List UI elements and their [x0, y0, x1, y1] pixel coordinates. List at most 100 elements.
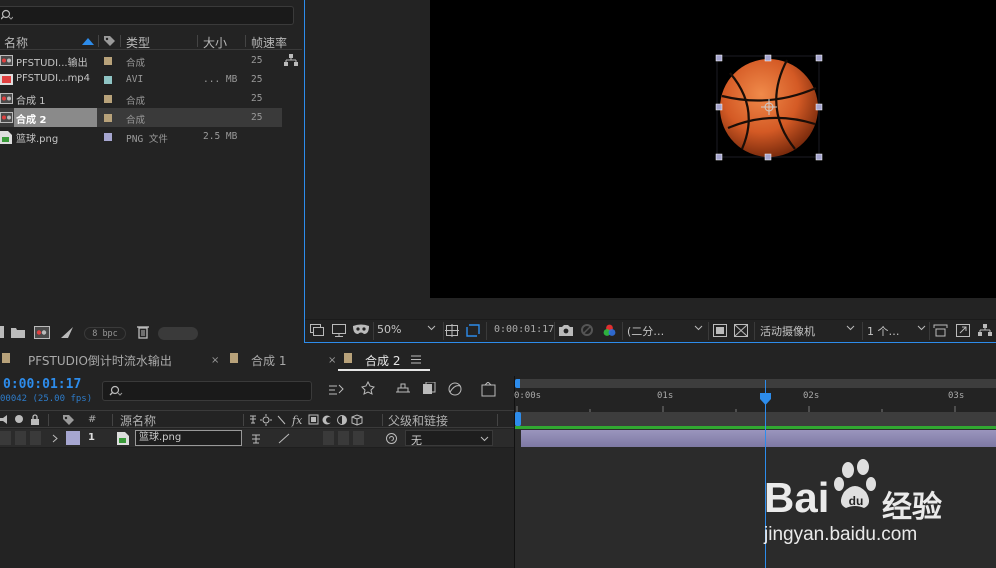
- new-composition-icon[interactable]: [34, 326, 50, 339]
- speaker-icon[interactable]: [0, 414, 10, 425]
- collapse-switch[interactable]: [250, 433, 262, 444]
- work-area-bar[interactable]: [517, 379, 996, 388]
- show-snapshot-icon[interactable]: [580, 323, 594, 337]
- timeline-tabs: PFSTUDIO倒计时流水输出 × 合成 1 × 合成 2: [0, 347, 996, 371]
- quality-switch[interactable]: [278, 433, 290, 444]
- trash-icon[interactable]: [137, 325, 149, 339]
- project-item[interactable]: 合成 2 合成 25: [0, 108, 282, 127]
- monitor-icon[interactable]: [332, 324, 346, 337]
- composition-canvas[interactable]: [430, 0, 996, 298]
- export-frame-icon[interactable]: [956, 324, 970, 337]
- zoom-dropdown[interactable]: 50%: [377, 323, 439, 339]
- basketball-layer-image[interactable]: [430, 0, 996, 298]
- region-of-interest-icon[interactable]: [466, 324, 480, 337]
- label-tag-icon[interactable]: [62, 414, 75, 426]
- project-item-name: PFSTUDI...mp4: [16, 73, 91, 84]
- fit-frame-icon[interactable]: [445, 324, 459, 337]
- always-preview-icon[interactable]: [310, 324, 324, 337]
- color-channels-icon[interactable]: [602, 323, 617, 337]
- project-panel: 名称 类型 大小 帧速率 PFSTUDI...输出 合成 25 PFSTUDI...m…: [0, 0, 302, 344]
- project-scrollbar[interactable]: [158, 327, 198, 340]
- graph-editor-icon[interactable]: [447, 382, 463, 396]
- project-item[interactable]: PFSTUDI...mp4 AVI ... MB 25: [0, 70, 282, 89]
- column-fps[interactable]: 帧速率: [251, 34, 287, 51]
- column-type[interactable]: 类型: [126, 34, 150, 51]
- project-item[interactable]: 合成 1 合成 25: [0, 89, 282, 108]
- frame-blending-icon[interactable]: [395, 382, 411, 396]
- fast-previews-icon[interactable]: [713, 324, 727, 337]
- tab-close-icon[interactable]: ×: [211, 355, 219, 366]
- column-size[interactable]: 大小: [203, 34, 227, 51]
- shy-layers-icon[interactable]: [360, 381, 377, 397]
- project-item[interactable]: PFSTUDI...输出 合成 25: [0, 51, 282, 70]
- expand-chevron-icon[interactable]: [52, 434, 58, 443]
- resolution-dropdown[interactable]: (二分…: [627, 323, 705, 339]
- interpret-footage-icon[interactable]: [0, 326, 4, 338]
- effects-switch[interactable]: [323, 431, 334, 445]
- column-parent[interactable]: 父级和链接: [388, 412, 448, 429]
- column-name[interactable]: 名称: [4, 34, 28, 51]
- project-item-fps: 25: [251, 55, 263, 66]
- bit-depth-button[interactable]: 8 bpc: [84, 327, 126, 340]
- 3d-switch[interactable]: [353, 431, 364, 445]
- tab-close-icon[interactable]: ×: [328, 355, 336, 366]
- project-item-label-color[interactable]: [104, 133, 112, 141]
- toggle-pixel-aspect-icon[interactable]: [933, 324, 948, 337]
- column-source-name[interactable]: 源名称: [120, 412, 156, 429]
- project-item-label-color[interactable]: [104, 114, 112, 122]
- sort-ascending-icon[interactable]: [82, 38, 94, 45]
- parent-dropdown[interactable]: 无: [405, 430, 493, 447]
- project-item-name: PFSTUDI...输出: [16, 58, 88, 69]
- label-tag-icon[interactable]: [103, 35, 116, 47]
- draft-3d-icon[interactable]: [328, 383, 344, 397]
- image-file-icon: [0, 131, 13, 144]
- new-folder-icon[interactable]: [11, 327, 25, 338]
- layer-bar-start[interactable]: [515, 412, 521, 426]
- work-area-start-handle[interactable]: [515, 379, 520, 388]
- project-item[interactable]: 篮球.png PNG 文件 2.5 MB: [0, 127, 282, 146]
- project-item-label-color[interactable]: [104, 76, 112, 84]
- lock-toggle[interactable]: [30, 431, 41, 445]
- timeline-search-input[interactable]: [102, 381, 312, 401]
- composition-icon: [0, 112, 13, 123]
- project-item-fps: 25: [251, 74, 263, 85]
- timeline-timecode[interactable]: 0:00:01:17: [3, 377, 81, 392]
- project-item-fps: 25: [251, 93, 263, 104]
- mask-visibility-icon[interactable]: [352, 324, 370, 336]
- layer-row[interactable]: 1 篮球.png 无: [0, 429, 514, 448]
- layer-name-field[interactable]: 篮球.png: [135, 430, 242, 446]
- video-toggle[interactable]: [0, 431, 11, 445]
- lock-icon[interactable]: [30, 414, 40, 425]
- comp-flowchart-icon[interactable]: [481, 382, 497, 397]
- snapshot-camera-icon[interactable]: [559, 324, 573, 336]
- project-item-label-color[interactable]: [104, 57, 112, 65]
- adjustment-switch[interactable]: [338, 431, 349, 445]
- watermark-brand: Bai: [764, 474, 830, 521]
- motion-blur-icon[interactable]: [421, 382, 437, 396]
- tab-pfstudio-output[interactable]: PFSTUDIO倒计时流水输出: [28, 352, 172, 369]
- flowchart-viewer-icon[interactable]: [978, 324, 992, 337]
- project-item-type: 合成: [126, 96, 146, 107]
- layer-index: 1: [88, 432, 95, 443]
- tab-menu-icon[interactable]: [411, 355, 421, 364]
- solo-icon[interactable]: [15, 415, 23, 423]
- pick-whip-icon[interactable]: [385, 432, 398, 445]
- project-item-name: 篮球.png: [16, 134, 59, 145]
- project-item-label-color[interactable]: [104, 95, 112, 103]
- tab-comp-1[interactable]: 合成 1: [251, 352, 286, 369]
- layer-duration-bar[interactable]: [521, 430, 996, 447]
- tab-comp-2[interactable]: 合成 2: [365, 352, 400, 369]
- layer-column-header: # 源名称 fx 父级和链接: [0, 410, 514, 428]
- flowchart-icon[interactable]: [284, 54, 298, 67]
- view-layout-dropdown[interactable]: 1 个…: [867, 323, 927, 339]
- camera-dropdown[interactable]: 活动摄像机: [760, 323, 858, 339]
- current-time-display[interactable]: 0:00:01:17: [494, 324, 554, 340]
- panel-close-icon[interactable]: [2, 353, 10, 363]
- transparency-grid-icon[interactable]: [734, 324, 748, 337]
- project-item-type: 合成: [126, 115, 146, 126]
- project-search-input[interactable]: [0, 6, 294, 25]
- time-ruler[interactable]: 0:00s 01s 02s 03s: [514, 376, 996, 412]
- solo-toggle[interactable]: [15, 431, 26, 445]
- layer-label-color[interactable]: [66, 431, 80, 445]
- flowchart-button-icon[interactable]: [60, 326, 74, 339]
